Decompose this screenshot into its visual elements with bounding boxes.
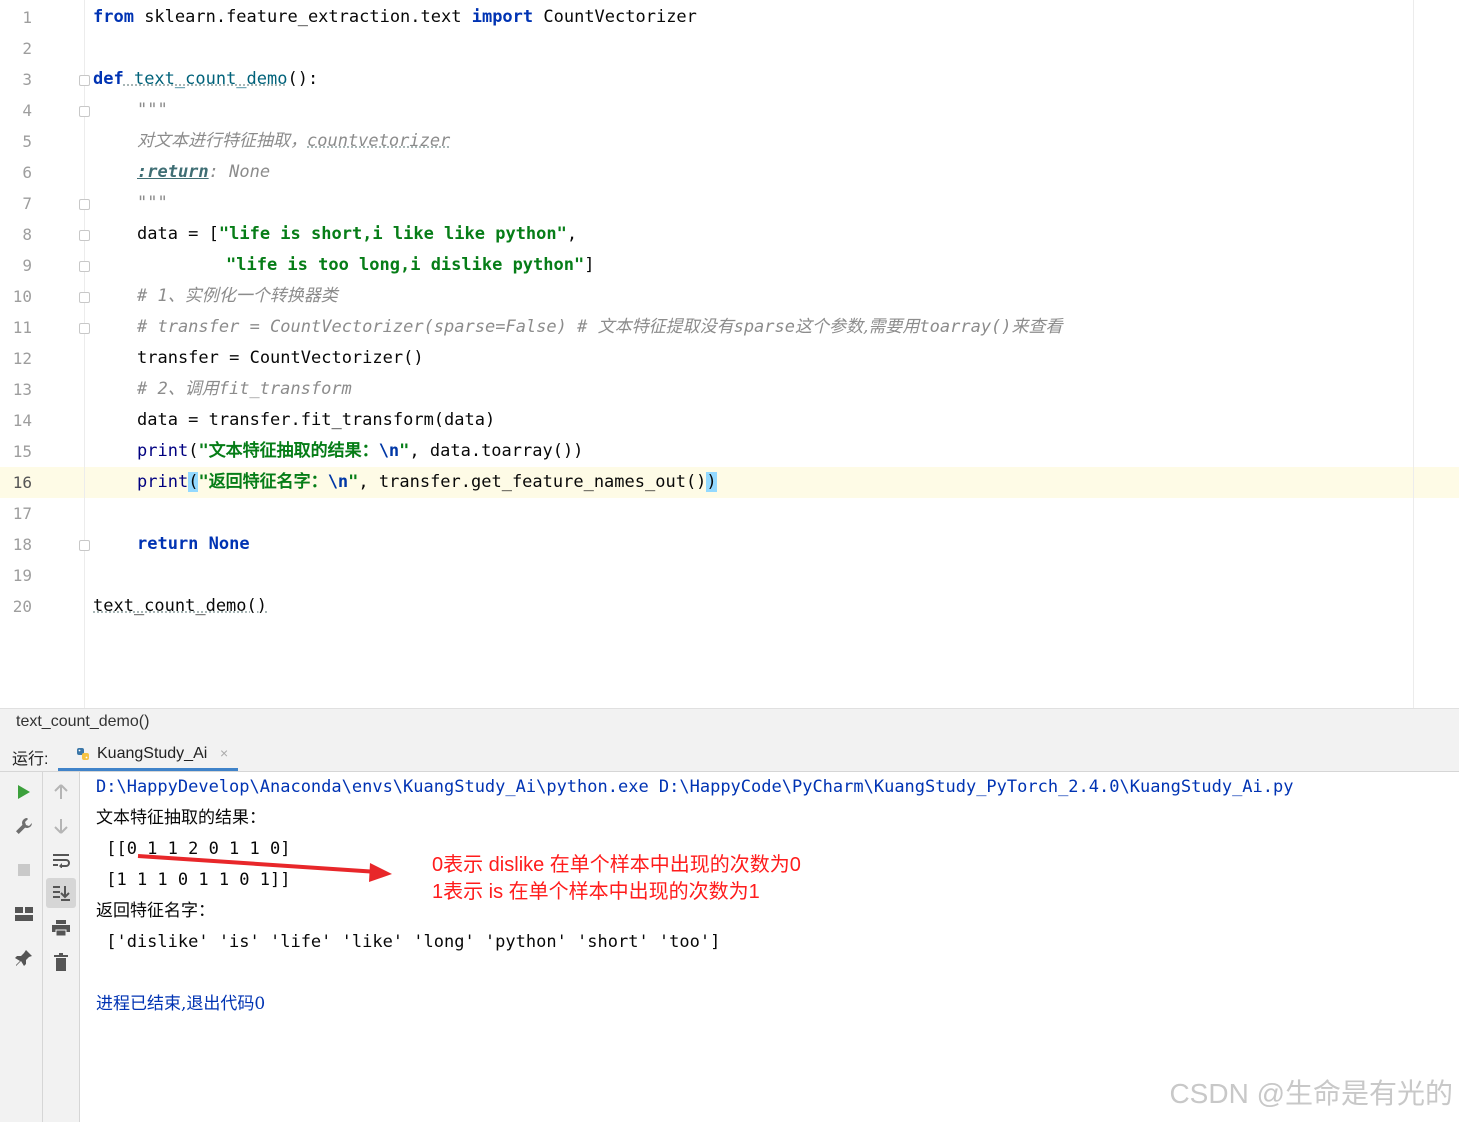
watermark: CSDN @生命是有光的 (1169, 1078, 1453, 1109)
annotation-text: 1表示 is 在单个样本中出现的次数为1 (432, 881, 760, 903)
annotation-text: 0表示 dislike 在单个样本中出现的次数为0 (432, 854, 801, 876)
annotation-arrow (137, 854, 392, 882)
